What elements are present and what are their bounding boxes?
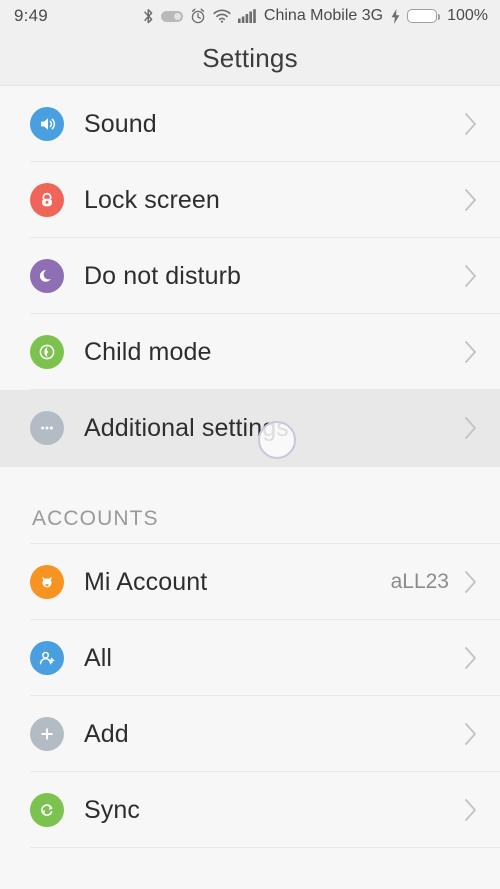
signal-icon bbox=[237, 9, 256, 23]
status-bar-time: 9:49 bbox=[14, 6, 48, 25]
chevron-right-icon bbox=[463, 111, 478, 137]
person-add-icon bbox=[30, 641, 64, 675]
chevron-right-icon bbox=[463, 569, 478, 595]
chevron-right-icon bbox=[463, 721, 478, 747]
section-header-accounts: ACCOUNTS bbox=[0, 494, 500, 544]
mi-bunny-icon bbox=[30, 565, 64, 599]
charging-bolt-icon bbox=[391, 8, 400, 24]
chevron-right-icon bbox=[463, 645, 478, 671]
settings-row-sound[interactable]: Sound bbox=[0, 86, 500, 162]
account-row-label: All bbox=[84, 643, 113, 672]
page-title: Settings bbox=[202, 43, 298, 73]
settings-row-lock-screen[interactable]: Lock screen bbox=[0, 162, 500, 238]
bluetooth-icon bbox=[143, 8, 154, 25]
settings-screen: 9:49 China Mobile 3G 100% Settings Sound… bbox=[0, 0, 500, 889]
settings-row-label: Additional settings bbox=[84, 413, 289, 442]
sound-icon bbox=[30, 107, 64, 141]
settings-row-label: Sound bbox=[84, 109, 157, 138]
settings-row-label: Child mode bbox=[84, 337, 212, 366]
chevron-right-icon bbox=[463, 263, 478, 289]
account-row-label: Sync bbox=[84, 795, 140, 824]
moon-icon bbox=[30, 259, 64, 293]
lock-icon bbox=[30, 183, 64, 217]
battery-icon bbox=[407, 9, 441, 23]
chevron-right-icon bbox=[463, 797, 478, 823]
chevron-right-icon bbox=[463, 415, 478, 441]
settings-row-label: Do not disturb bbox=[84, 261, 242, 290]
status-bar-indicators: China Mobile 3G 100% bbox=[143, 7, 488, 25]
settings-row-label: Lock screen bbox=[84, 185, 220, 214]
chevron-right-icon bbox=[463, 339, 478, 365]
vibrate-icon bbox=[160, 10, 183, 22]
account-row-label: Add bbox=[84, 719, 129, 748]
child-face-icon bbox=[30, 335, 64, 369]
sync-icon bbox=[30, 793, 64, 827]
ellipsis-icon bbox=[30, 411, 64, 445]
carrier-label: China Mobile 3G bbox=[263, 7, 384, 24]
account-row-label: Mi Account bbox=[84, 567, 208, 596]
battery-percent-label: 100% bbox=[447, 7, 488, 24]
title-bar: Settings bbox=[0, 32, 500, 86]
settings-row-do-not-disturb[interactable]: Do not disturb bbox=[0, 238, 500, 314]
account-row-value: aLL23 bbox=[390, 570, 449, 593]
settings-row-additional-settings[interactable]: Additional settings bbox=[0, 390, 500, 466]
alarm-icon bbox=[190, 8, 206, 24]
settings-list: Sound Lock screen Do not disturb Child m… bbox=[0, 86, 500, 889]
account-row-all[interactable]: All bbox=[0, 620, 500, 696]
settings-row-child-mode[interactable]: Child mode bbox=[0, 314, 500, 390]
section-gap bbox=[0, 466, 500, 494]
partial-next-row[interactable] bbox=[0, 848, 500, 889]
status-bar: 9:49 China Mobile 3G 100% bbox=[0, 0, 500, 32]
section-header-label: ACCOUNTS bbox=[32, 507, 159, 530]
chevron-right-icon bbox=[463, 187, 478, 213]
plus-icon bbox=[30, 717, 64, 751]
account-row-mi-account[interactable]: Mi Account aLL23 bbox=[0, 544, 500, 620]
account-row-add[interactable]: Add bbox=[0, 696, 500, 772]
wifi-icon bbox=[213, 9, 231, 23]
account-row-sync[interactable]: Sync bbox=[0, 772, 500, 848]
